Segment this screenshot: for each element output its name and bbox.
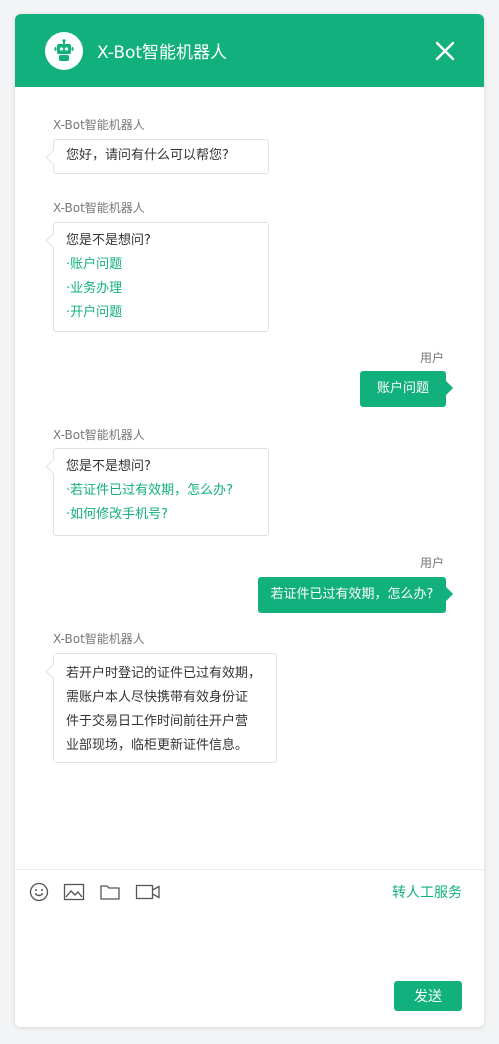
sender-name: 用户 (419, 556, 444, 570)
bot-message: 您是不是想问? ·账户问题 ·业务办理 ·开户问题 (53, 222, 269, 332)
suggestion-link[interactable]: ·业务办理 (66, 277, 256, 301)
suggestion-link[interactable]: ·如何修改手机号? (66, 503, 256, 527)
send-button[interactable]: 发送 (394, 981, 462, 1011)
user-message: 若证件已过有效期，怎么办? (258, 577, 446, 613)
bot-message: 若开户时登记的证件已过有效期， 需账户本人尽快携带有效身份证 件于交易日工作时间… (53, 653, 277, 763)
sender-name: 用户 (419, 351, 444, 365)
bot-message: 您是不是想问? ·若证件已过有效期，怎么办? ·如何修改手机号? (53, 448, 269, 536)
bot-message: 您好，请问有什么可以帮您? (53, 139, 269, 174)
message-text: 您是不是想问? (66, 459, 151, 474)
folder-icon[interactable] (99, 882, 121, 902)
chat-area: X-Bot智能机器人 您好，请问有什么可以帮您? X-Bot智能机器人 您是不是… (15, 87, 484, 869)
suggestion-link[interactable]: ·若证件已过有效期，怎么办? (66, 479, 256, 503)
chat-header: X-Bot智能机器人 (15, 14, 484, 87)
sender-name: X-Bot智能机器人 (53, 118, 145, 132)
message-text: 您是不是想问? (66, 233, 151, 248)
chat-window: X-Bot智能机器人 X-Bot智能机器人 您好，请问有什么可以帮您? X-Bo… (15, 14, 484, 1027)
image-icon[interactable] (63, 882, 85, 902)
message-line: 件于交易日工作时间前往开户营 (66, 714, 249, 729)
video-icon[interactable] (135, 882, 161, 902)
message-input[interactable] (29, 914, 470, 974)
input-toolbar: 转人工服务 (29, 880, 462, 904)
message-line: 需账户本人尽快携带有效身份证 (66, 690, 249, 705)
sender-name: X-Bot智能机器人 (53, 201, 145, 215)
suggestion-link[interactable]: ·开户问题 (66, 301, 256, 325)
emoji-icon[interactable] (29, 882, 49, 902)
close-icon[interactable] (434, 40, 456, 62)
divider (15, 869, 484, 870)
user-message: 账户问题 (360, 371, 446, 407)
message-text: 您好，请问有什么可以帮您? (66, 148, 229, 163)
message-line: 若开户时登记的证件已过有效期， (66, 666, 262, 681)
message-text: 若证件已过有效期，怎么办? (270, 587, 434, 602)
transfer-to-agent-link[interactable]: 转人工服务 (392, 882, 462, 902)
sender-name: X-Bot智能机器人 (53, 428, 145, 442)
robot-icon (45, 31, 83, 70)
suggestion-link[interactable]: ·账户问题 (66, 253, 256, 277)
sender-name: X-Bot智能机器人 (53, 632, 145, 646)
message-text: 账户问题 (376, 381, 429, 396)
chat-title: X-Bot智能机器人 (97, 43, 228, 63)
message-line: 业部现场，临柜更新证件信息。 (66, 738, 249, 753)
